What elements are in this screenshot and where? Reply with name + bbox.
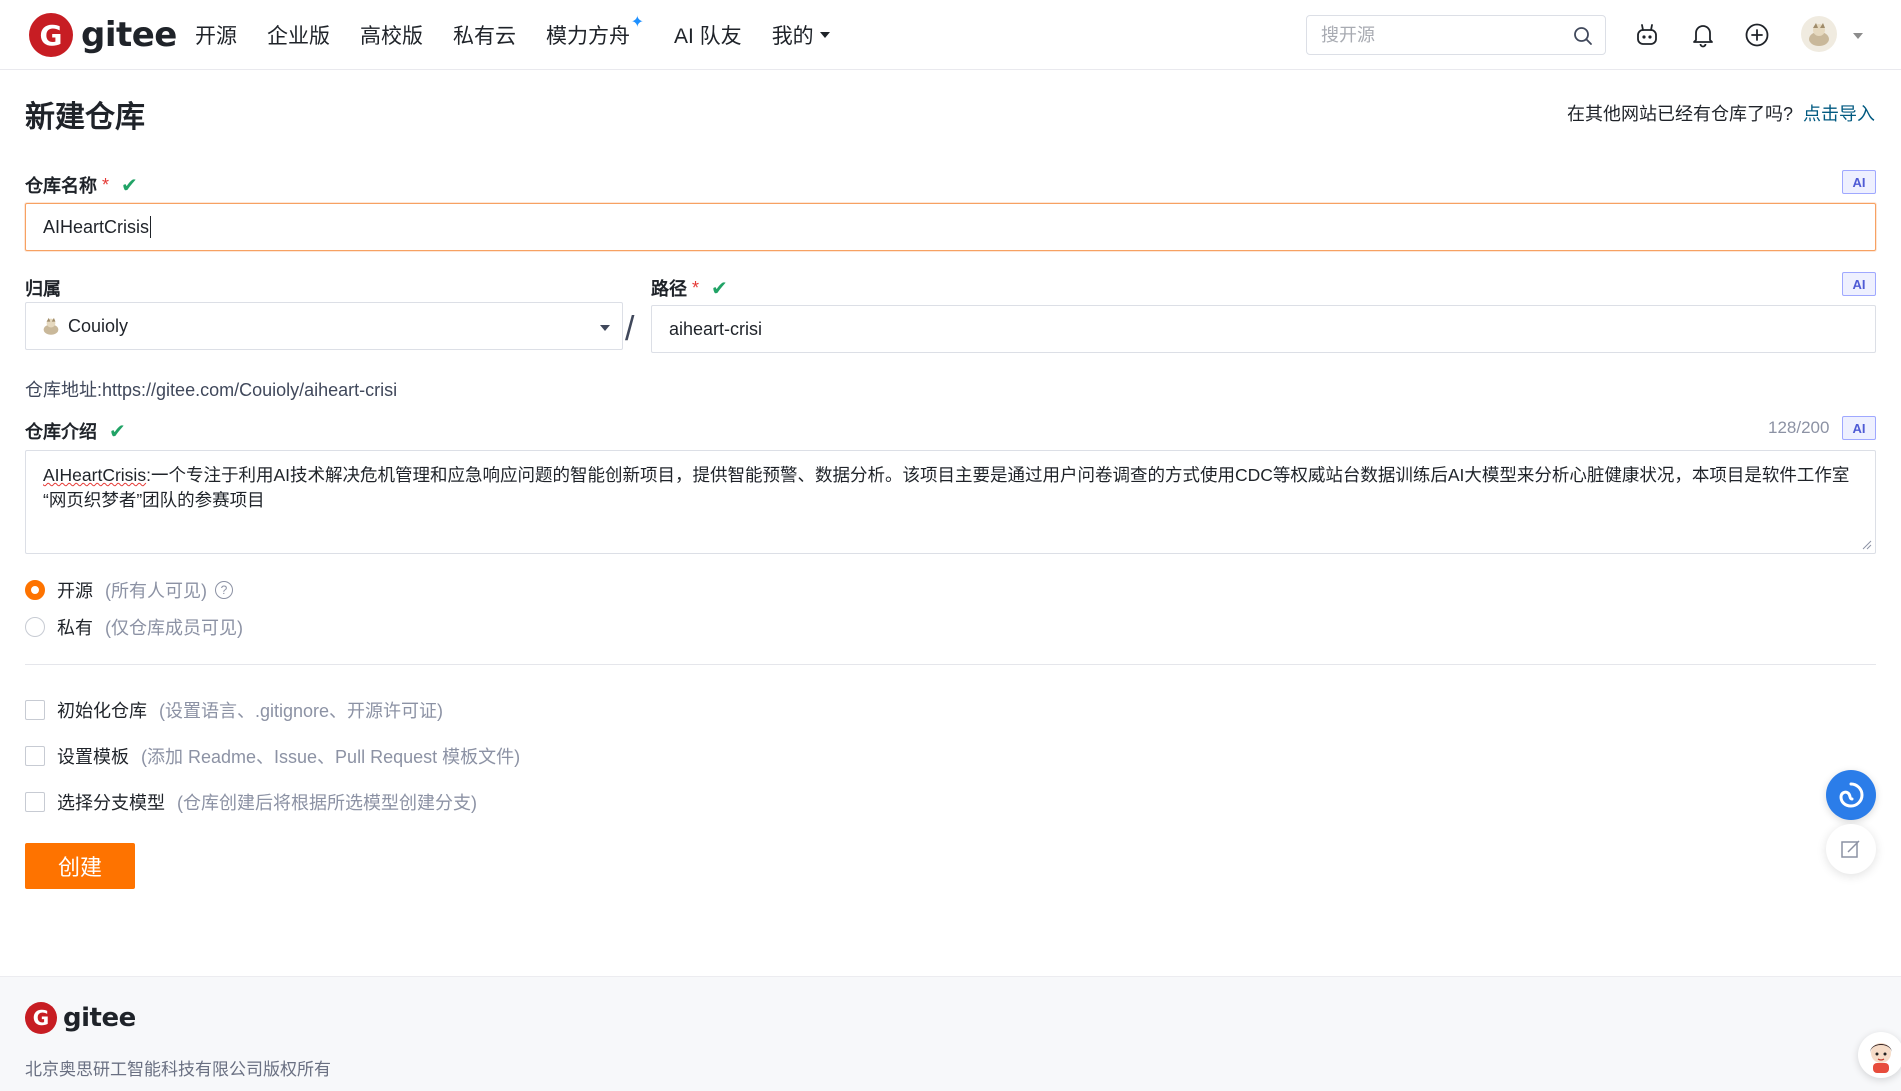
visibility-private-hint: (仅仓库成员可见) (105, 618, 243, 638)
section-divider (25, 664, 1876, 665)
footer-logo[interactable]: G gitee (25, 1002, 136, 1034)
description-line-1: AIHeartCrisis:一个专注于利用AI技术解决危机管理和应急响应问题的智… (43, 463, 1858, 488)
user-avatar[interactable] (1801, 16, 1837, 52)
sparkle-icon: ✦ (630, 14, 644, 31)
repo-name-label: 仓库名称 * ✔ (25, 172, 138, 198)
repo-url: 仓库地址:https://gitee.com/Couioly/aiheart-c… (25, 376, 397, 402)
help-icon[interactable]: ? (215, 581, 233, 599)
check-icon: ✔ (711, 277, 728, 300)
top-navbar: G gitee 开源 企业版 高校版 私有云 模力方舟 ✦ AI 队友 我的 (0, 0, 1901, 70)
owner-label: 归属 (25, 275, 61, 301)
footer: G gitee 北京奥思研工智能科技有限公司版权所有 (0, 976, 1901, 1091)
support-agent-icon (1870, 1043, 1892, 1073)
import-hint: 在其他网站已经有仓库了吗? 点击导入 (1567, 100, 1875, 126)
chevron-down-icon (819, 32, 830, 38)
gitee-logo[interactable]: G gitee (29, 13, 177, 57)
repo-url-value: https://gitee.com/Couioly/aiheart-crisi (102, 380, 398, 400)
check-icon: ✔ (121, 174, 138, 197)
nav-item-ai-teammate[interactable]: AI 队友 (674, 20, 742, 50)
path-label: 路径 * ✔ (651, 275, 728, 301)
option-branch-model-hint: (仓库创建后将根据所选模型创建分支) (177, 793, 477, 813)
checkbox-template[interactable] (25, 746, 45, 766)
support-bot-avatar[interactable] (1858, 1032, 1901, 1078)
gitee-logo-icon: G (25, 1002, 57, 1034)
description-label: 仓库介绍 ✔ (25, 418, 126, 444)
option-template-hint: (添加 Readme、Issue、Pull Request 模板文件) (141, 747, 521, 767)
gitee-logo-icon: G (29, 13, 73, 57)
owner-avatar-icon (43, 317, 59, 335)
resize-handle-icon[interactable] (1862, 540, 1872, 550)
radio-private[interactable] (25, 617, 45, 637)
option-init-repo-hint: (设置语言、.gitignore、开源许可证) (159, 701, 444, 721)
required-mark: * (102, 174, 110, 195)
nav-item-moli-label: 模力方舟 (546, 25, 630, 48)
option-template[interactable]: 设置模板 (添加 Readme、Issue、Pull Request 模板文件) (25, 743, 520, 769)
owner-select[interactable]: Couioly (25, 302, 623, 350)
gitee-logo-text: gitee (81, 15, 177, 55)
option-init-repo[interactable]: 初始化仓库 (设置语言、.gitignore、开源许可证) (25, 697, 443, 723)
nav-item-opensource[interactable]: 开源 (195, 20, 237, 50)
ai-generate-path-button[interactable]: AI (1842, 272, 1876, 296)
description-name-token: AIHeartCrisis (43, 465, 147, 485)
page-title: 新建仓库 (25, 101, 145, 134)
nav-item-mine-label: 我的 (771, 25, 814, 48)
radio-public[interactable] (25, 580, 45, 600)
path-label-text: 路径 (651, 279, 687, 299)
description-line-1-rest: :一个专注于利用AI技术解决危机管理和应急响应问题的智能创新项目，提供智能预警、… (146, 465, 1850, 485)
check-icon: ✔ (109, 420, 126, 443)
description-char-counter: 128/200 (1768, 418, 1830, 437)
edit-feedback-icon (1841, 840, 1860, 858)
visibility-private-label: 私有 (57, 618, 93, 638)
add-circle-icon[interactable] (1744, 22, 1770, 48)
nav-item-enterprise[interactable]: 企业版 (267, 20, 330, 50)
import-link[interactable]: 点击导入 (1803, 104, 1875, 124)
feedback-float-button[interactable] (1826, 824, 1876, 874)
description-line-2: “网页织梦者”团队的参赛项目 (43, 490, 265, 510)
checkbox-init-repo[interactable] (25, 700, 45, 720)
create-button[interactable]: 创建 (25, 843, 135, 889)
repo-name-label-text: 仓库名称 (25, 176, 97, 196)
avatar-illustration-icon (1809, 23, 1829, 46)
option-branch-model[interactable]: 选择分支模型 (仓库创建后将根据所选模型创建分支) (25, 789, 477, 815)
path-value: aiheart-crisi (669, 318, 763, 339)
visibility-public-hint: (所有人可见) (105, 581, 207, 601)
description-label-text: 仓库介绍 (25, 422, 97, 442)
assistant-icon (1839, 782, 1864, 808)
path-separator: / (625, 310, 635, 348)
path-input[interactable]: aiheart-crisi (651, 305, 1876, 353)
nav-item-private-cloud[interactable]: 私有云 (453, 20, 516, 50)
footer-logo-text: gitee (63, 1003, 136, 1033)
copyright-text: 北京奥思研工智能科技有限公司版权所有 (25, 1060, 331, 1079)
description-textarea[interactable]: AIHeartCrisis:一个专注于利用AI技术解决危机管理和应急响应问题的智… (25, 450, 1876, 554)
search-icon[interactable] (1573, 26, 1593, 46)
repo-name-value: AIHeartCrisis (43, 216, 150, 237)
chevron-down-icon (600, 325, 610, 331)
visibility-option-private[interactable]: 私有 (仅仓库成员可见) (25, 614, 243, 640)
visibility-option-public[interactable]: 开源 (所有人可见) ? (25, 577, 233, 603)
option-branch-model-label: 选择分支模型 (57, 793, 165, 813)
main-nav: 开源 企业版 高校版 私有云 模力方舟 ✦ AI 队友 我的 (195, 14, 860, 50)
search-box (1306, 15, 1606, 55)
assistant-float-button[interactable] (1826, 770, 1876, 820)
owner-label-text: 归属 (25, 279, 61, 299)
ai-generate-description-button[interactable]: AI (1842, 416, 1876, 440)
user-menu-caret-icon[interactable] (1853, 33, 1863, 39)
repo-url-label: 仓库地址: (25, 380, 103, 400)
owner-value: Couioly (68, 315, 129, 336)
text-cursor (150, 216, 152, 238)
robot-icon[interactable] (1634, 22, 1660, 48)
checkbox-branch-model[interactable] (25, 792, 45, 812)
required-mark: * (692, 277, 700, 298)
visibility-public-label: 开源 (57, 581, 93, 601)
repo-name-input[interactable]: AIHeartCrisis (25, 203, 1876, 251)
nav-item-education[interactable]: 高校版 (360, 20, 423, 50)
option-init-repo-label: 初始化仓库 (57, 701, 147, 721)
nav-item-mine[interactable]: 我的 (772, 20, 830, 50)
ai-generate-name-button[interactable]: AI (1842, 170, 1876, 194)
option-template-label: 设置模板 (57, 747, 129, 767)
bell-icon[interactable] (1690, 22, 1716, 48)
nav-item-moli[interactable]: 模力方舟 ✦ (546, 14, 644, 50)
search-input[interactable] (1307, 16, 1547, 54)
import-prompt: 在其他网站已经有仓库了吗? (1566, 104, 1793, 124)
